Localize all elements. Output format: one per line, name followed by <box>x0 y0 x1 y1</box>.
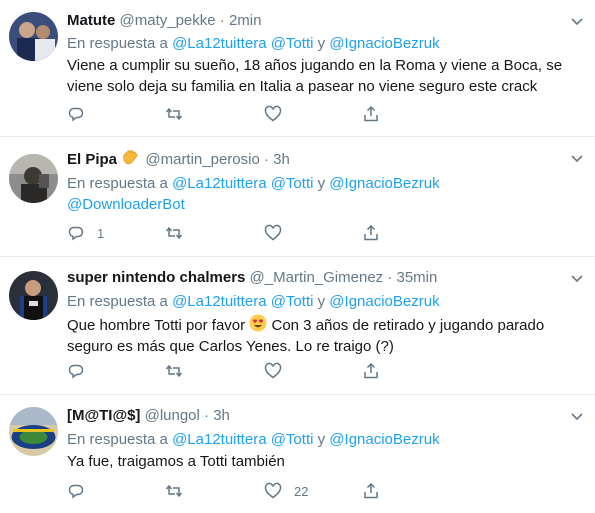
reply-icon <box>68 364 84 379</box>
like-icon <box>264 105 282 122</box>
retweet-button[interactable] <box>165 480 183 502</box>
like-icon <box>264 482 282 499</box>
mention-link[interactable]: @IgnacioBezruk <box>329 175 439 192</box>
mention-link[interactable]: @La12tuittera <box>172 35 266 52</box>
reply-context: En respuesta a @La12tuittera @Totti y @I… <box>67 175 440 192</box>
mention-link[interactable]: @Totti <box>271 293 314 310</box>
mention-link[interactable]: @DownloaderBot <box>67 196 185 213</box>
tweet[interactable]: El Pipa @martin_perosio · 3h En respuest… <box>0 137 595 257</box>
tweet-text: Ya fue, traigamos a Totti también <box>67 453 285 470</box>
tweet[interactable]: Matute @maty_pekke · 2min En respuesta a… <box>0 0 595 137</box>
avatar[interactable] <box>9 407 58 456</box>
share-button[interactable] <box>362 480 380 502</box>
mention-link[interactable]: @IgnacioBezruk <box>329 431 439 448</box>
retweet-button[interactable] <box>165 360 183 382</box>
like-button[interactable] <box>264 360 294 382</box>
reply-button[interactable] <box>67 480 97 502</box>
tweet-text: @DownloaderBot <box>67 195 583 216</box>
user-handle[interactable]: @_Martin_Gimenez <box>250 269 384 286</box>
waving-hand-emoji <box>123 150 138 165</box>
separator-dot: · <box>264 151 269 168</box>
chevron-down-icon[interactable] <box>569 150 585 166</box>
tweet-header: super nintendo chalmers @_Martin_Gimenez… <box>67 268 565 288</box>
mention-link[interactable]: @La12tuittera <box>172 175 266 192</box>
mention-link[interactable]: @Totti <box>271 175 314 192</box>
separator-dot: · <box>204 407 210 424</box>
separator-dot: · <box>219 12 225 29</box>
like-icon <box>264 224 282 241</box>
retweet-icon <box>165 226 183 240</box>
user-handle[interactable]: @lungol <box>145 407 200 424</box>
tweet-actions <box>67 103 407 125</box>
chevron-down-icon[interactable] <box>569 408 585 424</box>
tweet-actions: 1 <box>67 222 407 244</box>
display-name[interactable]: Matute <box>67 12 115 29</box>
retweet-icon <box>165 484 183 498</box>
tweet-header: [M@TI@$] @lungol · 3h <box>67 406 565 426</box>
retweet-icon <box>165 364 183 378</box>
reply-context: En respuesta a @La12tuittera @Totti y @I… <box>67 293 440 310</box>
share-icon <box>364 105 378 122</box>
tweet-header: Matute @maty_pekke · 2min <box>67 11 565 31</box>
reply-icon <box>68 226 84 241</box>
mention-link[interactable]: @La12tuittera <box>172 293 266 310</box>
like-button[interactable] <box>264 103 294 125</box>
share-icon <box>364 224 378 241</box>
like-icon <box>264 362 282 379</box>
display-name[interactable]: El Pipa <box>67 151 117 168</box>
like-count: 22 <box>294 483 309 499</box>
display-name[interactable]: super nintendo chalmers <box>67 269 245 286</box>
tweet-actions: 22 <box>67 480 407 502</box>
timestamp[interactable]: 2min <box>229 12 262 29</box>
reply-button[interactable] <box>67 360 97 382</box>
reply-count: 1 <box>97 225 105 241</box>
timestamp[interactable]: 35min <box>397 269 438 286</box>
share-button[interactable] <box>362 103 380 125</box>
chevron-down-icon[interactable] <box>569 270 585 286</box>
retweet-icon <box>165 107 183 121</box>
share-button[interactable] <box>362 360 380 382</box>
display-name[interactable]: [M@TI@$] <box>67 407 140 424</box>
like-button[interactable] <box>264 222 294 244</box>
avatar[interactable] <box>9 154 58 203</box>
reply-feed: Matute @maty_pekke · 2min En respuesta a… <box>0 0 595 513</box>
retweet-button[interactable] <box>165 222 183 244</box>
retweet-button[interactable] <box>165 103 183 125</box>
share-icon <box>364 482 378 499</box>
chevron-down-icon[interactable] <box>569 13 585 29</box>
tweet-header: El Pipa @martin_perosio · 3h <box>67 148 565 170</box>
share-icon <box>364 362 378 379</box>
tweet-actions <box>67 360 407 382</box>
reply-icon <box>68 107 84 122</box>
avatar[interactable] <box>9 271 58 320</box>
reply-icon <box>68 484 84 499</box>
reply-button[interactable] <box>67 103 97 125</box>
mention-link[interactable]: @La12tuittera <box>172 431 266 448</box>
reply-context: En respuesta a @La12tuittera @Totti y @I… <box>67 431 440 448</box>
tweet-text: Que hombre Totti por favor Con 3 años de… <box>67 314 583 357</box>
user-handle[interactable]: @martin_perosio <box>145 151 259 168</box>
tweet[interactable]: super nintendo chalmers @_Martin_Gimenez… <box>0 257 595 395</box>
mention-link[interactable]: @Totti <box>271 431 314 448</box>
mention-link[interactable]: @IgnacioBezruk <box>329 293 439 310</box>
reply-button[interactable]: 1 <box>67 222 104 244</box>
timestamp[interactable]: 3h <box>213 407 230 424</box>
user-handle[interactable]: @maty_pekke <box>120 12 216 29</box>
mention-link[interactable]: @IgnacioBezruk <box>329 35 439 52</box>
avatar[interactable] <box>9 12 58 61</box>
share-button[interactable] <box>362 222 380 244</box>
mention-link[interactable]: @Totti <box>271 35 314 52</box>
heart-eyes-emoji <box>249 314 267 332</box>
like-button[interactable]: 22 <box>264 480 308 502</box>
separator-dot: · <box>387 269 393 286</box>
tweet[interactable]: [M@TI@$] @lungol · 3h En respuesta a @La… <box>0 395 595 513</box>
reply-context: En respuesta a @La12tuittera @Totti y @I… <box>67 35 440 52</box>
tweet-text: Viene a cumplir su sueño, 18 años jugand… <box>67 57 563 95</box>
timestamp[interactable]: 3h <box>273 151 290 168</box>
